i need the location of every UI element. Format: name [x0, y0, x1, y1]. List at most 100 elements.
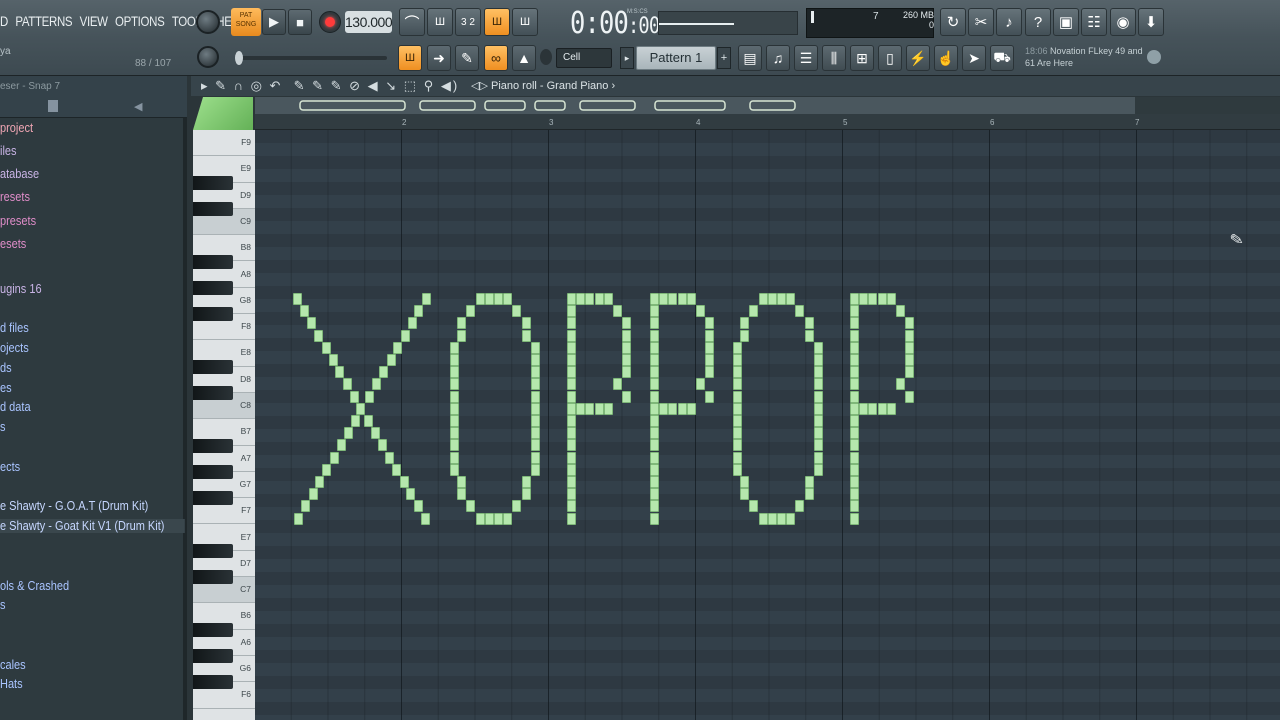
midi-note[interactable] — [449, 390, 459, 403]
midi-note[interactable] — [813, 415, 823, 427]
midi-note[interactable] — [859, 293, 869, 305]
midi-note[interactable] — [650, 427, 659, 440]
globe-icon[interactable] — [1147, 50, 1161, 64]
midi-note[interactable] — [576, 402, 586, 415]
midi-note[interactable] — [567, 317, 576, 330]
midi-note[interactable] — [850, 390, 859, 403]
midi-note[interactable] — [786, 512, 796, 525]
midi-note[interactable] — [406, 488, 416, 501]
snap-select[interactable]: Cell — [556, 48, 612, 68]
white-key[interactable]: F9 — [193, 130, 255, 157]
midi-note[interactable] — [732, 415, 742, 427]
black-key[interactable] — [193, 175, 233, 190]
metronome-button[interactable]: ⌒ — [399, 8, 425, 36]
midi-note[interactable] — [512, 500, 522, 513]
midi-note[interactable] — [521, 488, 531, 501]
midi-note[interactable] — [786, 293, 796, 305]
playlist-button[interactable]: ▤ — [738, 45, 762, 71]
midi-note[interactable] — [530, 366, 540, 379]
midi-note[interactable] — [372, 378, 382, 391]
midi-note[interactable] — [732, 463, 742, 476]
midi-note[interactable] — [503, 512, 513, 525]
midi-note[interactable] — [393, 341, 403, 354]
midi-note[interactable] — [567, 341, 576, 354]
midi-note[interactable] — [457, 488, 467, 501]
midi-note[interactable] — [567, 476, 576, 488]
browser-item[interactable]: project — [0, 121, 33, 135]
midi-note[interactable] — [567, 305, 576, 318]
black-key[interactable] — [193, 254, 233, 269]
midi-note[interactable] — [594, 293, 604, 305]
midi-note[interactable] — [603, 402, 613, 415]
bar-ruler[interactable]: 2 3 4 5 6 7 — [255, 114, 1280, 130]
midi-note[interactable] — [696, 378, 705, 391]
browser-item[interactable]: atabase — [0, 167, 39, 181]
midi-note[interactable] — [449, 451, 459, 464]
midi-note[interactable] — [804, 329, 814, 342]
note-grid[interactable] — [255, 130, 1280, 720]
menu-options[interactable]: OPTIONS — [115, 13, 165, 29]
browser-item[interactable]: ds — [0, 361, 12, 375]
midi-note[interactable] — [466, 305, 476, 318]
midi-note[interactable] — [521, 329, 531, 342]
slider-thumb[interactable] — [235, 51, 243, 65]
midi-note[interactable] — [420, 512, 430, 525]
midi-note[interactable] — [328, 354, 338, 366]
midi-note[interactable] — [449, 366, 459, 379]
midi-note[interactable] — [650, 451, 659, 464]
midi-note[interactable] — [705, 366, 715, 379]
midi-note[interactable] — [530, 463, 540, 476]
midi-note[interactable] — [449, 341, 459, 354]
touch-button[interactable]: ☝ — [934, 45, 958, 71]
midi-note[interactable] — [886, 402, 896, 415]
midi-note[interactable] — [414, 305, 424, 318]
black-key[interactable] — [193, 649, 233, 663]
midi-note[interactable] — [804, 488, 814, 501]
midi-note[interactable] — [850, 378, 859, 391]
midi-note[interactable] — [758, 512, 768, 525]
midi-note[interactable] — [813, 390, 823, 403]
browser-item[interactable]: esets — [0, 237, 26, 251]
midi-note[interactable] — [732, 366, 742, 379]
midi-note[interactable] — [603, 293, 613, 305]
midi-note[interactable] — [650, 293, 659, 305]
midi-note[interactable] — [567, 390, 576, 403]
midi-note[interactable] — [650, 317, 659, 330]
midi-note[interactable] — [413, 500, 423, 513]
pattern-mode-button[interactable]: Ш — [398, 45, 422, 71]
midi-note[interactable] — [740, 329, 750, 342]
midi-note[interactable] — [850, 305, 859, 318]
midi-note[interactable] — [530, 341, 540, 354]
midi-note[interactable] — [705, 390, 715, 403]
midi-note[interactable] — [650, 463, 659, 476]
midi-note[interactable] — [622, 317, 632, 330]
chat-button[interactable]: ◉ — [1110, 8, 1136, 36]
midi-note[interactable] — [449, 463, 459, 476]
midi-note[interactable] — [622, 354, 632, 366]
midi-note[interactable] — [293, 293, 302, 305]
browser-item[interactable]: ojects — [0, 341, 29, 355]
midi-note[interactable] — [301, 500, 311, 513]
midi-note[interactable] — [567, 427, 576, 440]
midi-note[interactable] — [567, 378, 576, 391]
midi-note[interactable] — [877, 402, 887, 415]
midi-note[interactable] — [850, 341, 859, 354]
midi-note[interactable] — [677, 402, 687, 415]
midi-note[interactable] — [567, 415, 576, 427]
countdown-button[interactable]: 3 2 — [455, 8, 481, 36]
browser-item[interactable]: ugins 16 — [0, 282, 42, 296]
cart-button[interactable]: ⛟ — [990, 45, 1014, 71]
download-button[interactable]: ⬇ — [1138, 8, 1164, 36]
mixer-button[interactable]: ☷ — [1081, 8, 1107, 36]
midi-note[interactable] — [732, 402, 742, 415]
midi-note[interactable] — [521, 476, 531, 488]
midi-note[interactable] — [567, 512, 576, 525]
midi-note[interactable] — [408, 317, 417, 330]
midi-note[interactable] — [322, 463, 332, 476]
midi-note[interactable] — [530, 427, 540, 440]
midi-note[interactable] — [850, 463, 859, 476]
midi-note[interactable] — [567, 439, 576, 452]
browser-item[interactable]: iles — [0, 144, 17, 158]
midi-note[interactable] — [749, 305, 759, 318]
midi-note[interactable] — [850, 488, 859, 501]
